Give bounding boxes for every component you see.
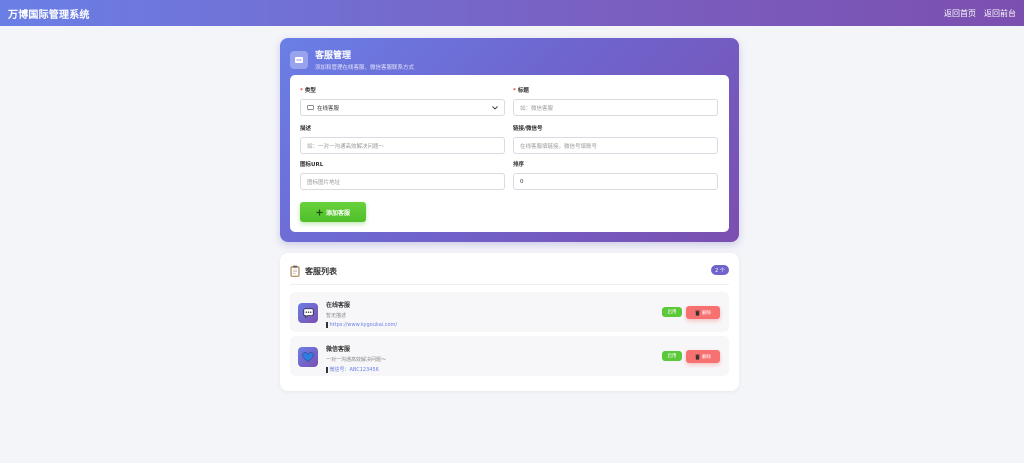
heart-icon	[298, 347, 318, 367]
chat-icon	[307, 104, 314, 111]
status-badge[interactable]: 启用	[662, 307, 682, 317]
trash-icon	[695, 310, 700, 316]
list-item-info: 在线客服 暂无描述 https://www.kygoukai.com/	[326, 300, 397, 328]
manage-subtitle: 添加和管理在线客服、微信客服联系方式	[315, 65, 415, 71]
list-item-link[interactable]: https://www.kygoukai.com/	[326, 322, 397, 328]
manage-header: 客服管理 添加和管理在线客服、微信客服联系方式	[290, 48, 414, 71]
list-item-desc: 暂无描述	[326, 313, 347, 319]
delete-button[interactable]: 删除	[686, 350, 720, 363]
desc-input[interactable]: 如：一对一沟通高效解决问题～	[300, 137, 505, 154]
title-input[interactable]: 如：微信客服	[513, 99, 718, 116]
service-list-card: 客服列表 2 个 在线客服 暂无描述 https://www.kygoukai.…	[280, 253, 739, 391]
list-header: 客服列表	[290, 265, 337, 277]
clipboard-icon	[290, 265, 300, 277]
link-input[interactable]: 在线客服填链接，微信号填账号	[513, 137, 718, 154]
app-title: 万博国际管理系统	[8, 9, 90, 21]
type-select[interactable]: 在线客服	[300, 99, 505, 116]
link-field: 链接/微信号 在线客服填链接，微信号填账号	[513, 124, 718, 154]
top-nav: 返回首页 返回前台	[944, 8, 1016, 19]
icon-url-field: 图标URL 图标图片地址	[300, 160, 505, 190]
count-badge: 2 个	[711, 265, 729, 275]
list-item: 微信客服 一对一沟通高效解决问题～ 微信号：ABC123456 启用 删除	[290, 336, 729, 376]
title-field: * 标题 如：微信客服	[513, 86, 718, 116]
list-item: 在线客服 暂无描述 https://www.kygoukai.com/ 启用 删…	[290, 292, 729, 332]
list-divider	[290, 284, 729, 285]
chat-icon	[290, 50, 308, 69]
list-item-desc: 一对一沟通高效解决问题～	[326, 357, 387, 363]
link-label: 链接/微信号	[513, 126, 543, 132]
service-form: * 类型 在线客服 * 标题 如：微信客服 描述 如：一对一沟通高效解决问题～ 链接…	[290, 75, 729, 232]
back-link[interactable]: 返回前台	[984, 8, 1016, 19]
title-label: * 标题	[513, 88, 529, 94]
chat-icon	[298, 303, 318, 323]
chevron-down-icon	[492, 105, 498, 110]
trash-icon	[695, 354, 700, 360]
list-item-name: 在线客服	[326, 302, 351, 309]
desc-field: 描述 如：一对一沟通高效解决问题～	[300, 124, 505, 154]
icon-url-label: 图标URL	[300, 162, 324, 168]
desc-label: 描述	[300, 126, 312, 132]
list-item-info: 微信客服 一对一沟通高效解决问题～ 微信号：ABC123456	[326, 344, 386, 373]
add-service-button[interactable]: 添加客服	[300, 202, 366, 222]
icon-url-input[interactable]: 图标图片地址	[300, 173, 505, 190]
sort-field: 排序 0	[513, 160, 718, 190]
sort-input[interactable]: 0	[513, 173, 718, 190]
list-item-name: 微信客服	[326, 346, 351, 353]
top-bar: 万博国际管理系统 返回首页 返回前台	[0, 0, 1024, 26]
manage-title: 客服管理	[315, 51, 352, 61]
delete-button[interactable]: 删除	[686, 306, 720, 319]
home-link[interactable]: 返回首页	[944, 8, 976, 19]
service-manage-card: 客服管理 添加和管理在线客服、微信客服联系方式 * 类型 在线客服 * 标题 如：微…	[280, 38, 739, 242]
type-field: * 类型 在线客服	[300, 86, 505, 116]
status-badge[interactable]: 启用	[662, 351, 682, 361]
add-service-label: 添加客服	[325, 210, 350, 217]
sort-label: 排序	[513, 162, 525, 168]
list-title: 客服列表	[305, 266, 337, 276]
list-item-wechat: 微信号：ABC123456	[326, 366, 386, 373]
type-label: * 类型	[300, 88, 316, 94]
plus-icon	[316, 209, 323, 215]
